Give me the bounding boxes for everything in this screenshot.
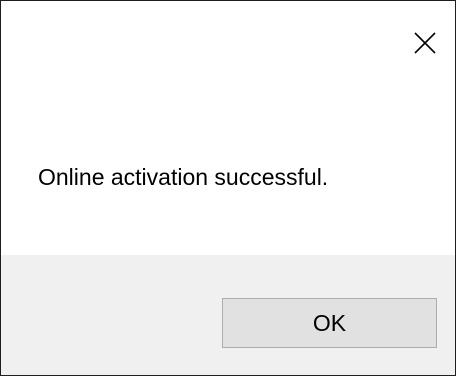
dialog-content: Online activation successful.	[1, 107, 455, 255]
ok-button[interactable]: OK	[222, 298, 437, 348]
button-area: OK	[1, 255, 455, 375]
title-bar	[1, 1, 455, 107]
message-text: Online activation successful.	[38, 164, 329, 190]
close-button[interactable]	[407, 25, 443, 61]
message-dialog: Online activation successful. OK	[0, 0, 456, 376]
close-icon	[414, 32, 436, 54]
